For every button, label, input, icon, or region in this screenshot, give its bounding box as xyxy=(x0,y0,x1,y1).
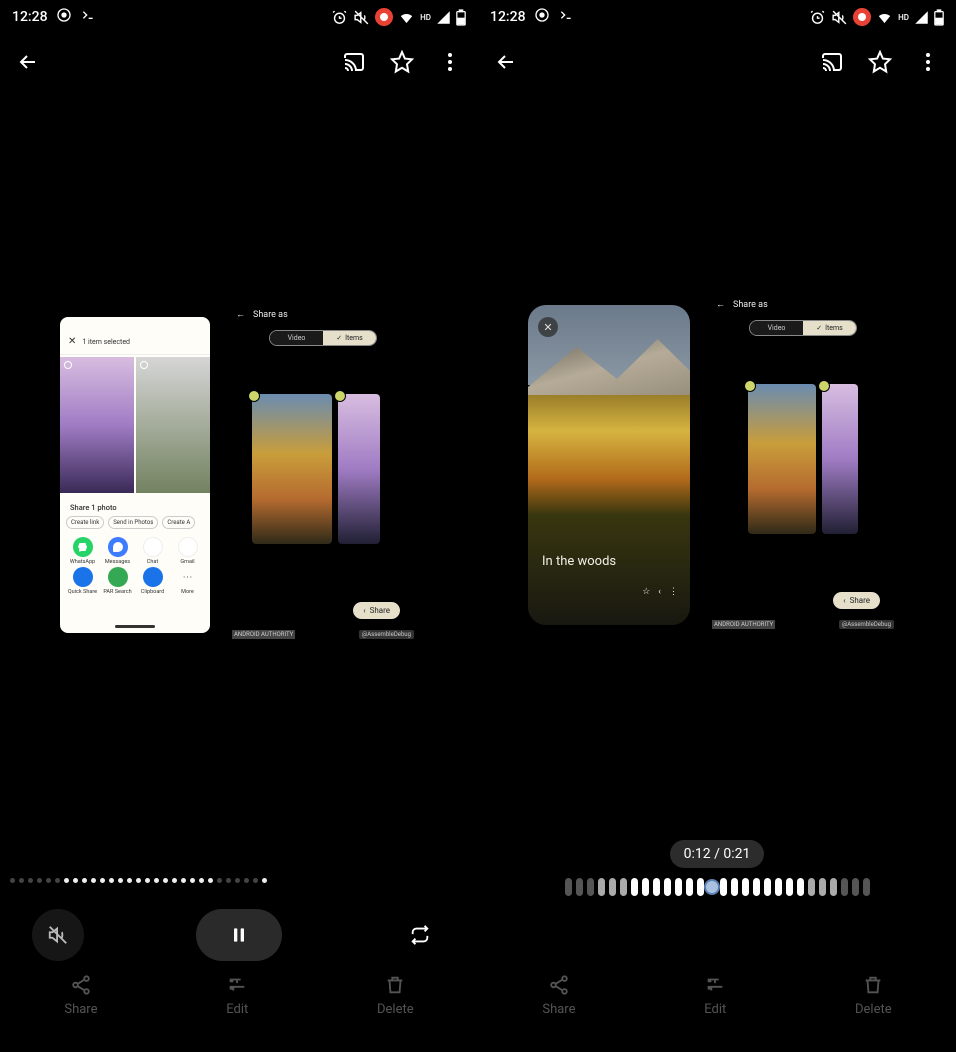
seg-items: ✓ Items xyxy=(323,331,376,345)
app-bar xyxy=(478,34,956,90)
alarm-icon xyxy=(331,9,348,26)
chip-create-a: Create A xyxy=(162,516,195,529)
battery-icon xyxy=(934,9,944,26)
status-bar: 12:28 HD xyxy=(478,0,956,34)
share-button[interactable]: Share xyxy=(542,974,575,1052)
more-icon[interactable] xyxy=(438,50,462,74)
hd-label: HD xyxy=(898,13,909,22)
video-frame-sharesheet: ✕ 1 item selected Share 1 photo Create l… xyxy=(60,317,210,633)
edit-button[interactable]: Edit xyxy=(704,974,726,1052)
mute-icon xyxy=(831,9,848,26)
shareas-title: Share as xyxy=(253,310,288,320)
more-icon[interactable] xyxy=(916,50,940,74)
app-bar xyxy=(0,34,478,90)
wifi-icon xyxy=(876,9,893,26)
preview-caption: In the woods xyxy=(542,554,616,569)
sharesheet-title: 1 item selected xyxy=(82,338,130,346)
bottom-actions: Share Edit Delete xyxy=(478,970,956,1052)
cast-icon[interactable] xyxy=(342,50,366,74)
favorite-icon[interactable] xyxy=(390,50,414,74)
rec-indicator-icon xyxy=(534,7,550,27)
wifi-icon xyxy=(398,9,415,26)
seg-items: ✓ Items xyxy=(803,321,856,335)
loop-button[interactable] xyxy=(394,909,446,961)
share-pill-button: ‹ Share xyxy=(833,592,880,609)
pause-button[interactable] xyxy=(196,909,282,961)
video-frame-shareas: ←Share as Video ✓ Items ‹ Share ANDROID … xyxy=(228,301,418,649)
clock-text: 12:28 xyxy=(490,9,526,25)
delete-button[interactable]: Delete xyxy=(377,974,414,1052)
share-button[interactable]: Share xyxy=(64,974,97,1052)
scrubber[interactable] xyxy=(0,860,478,900)
right-panel: 12:28 HD xyxy=(478,0,956,1052)
share-photo-label: Share 1 photo xyxy=(60,495,210,516)
cast-icon[interactable] xyxy=(820,50,844,74)
battery-icon xyxy=(456,9,466,26)
video-frame-shareas: ←Share as Video ✓ Items ‹ Share ANDROID … xyxy=(708,291,898,639)
terminal-icon xyxy=(558,7,574,27)
chip-send-photos: Send in Photos xyxy=(108,516,158,529)
left-panel: 12:28 HD xyxy=(0,0,478,1052)
mute-icon xyxy=(353,9,370,26)
seg-video: Video xyxy=(270,331,323,345)
video-frame-preview: ✕ In the woods ☆‹⋮ xyxy=(528,305,690,625)
seg-video: Video xyxy=(750,321,803,335)
back-button[interactable] xyxy=(494,50,518,74)
delete-button[interactable]: Delete xyxy=(855,974,892,1052)
signal-icon xyxy=(436,10,451,25)
signal-icon xyxy=(914,10,929,25)
record-dot-icon xyxy=(853,8,871,26)
back-button[interactable] xyxy=(16,50,40,74)
scrubber[interactable]: 0:12 / 0:21 xyxy=(478,840,956,918)
clock-text: 12:28 xyxy=(12,9,48,25)
playback-controls xyxy=(0,900,478,970)
time-badge: 0:12 / 0:21 xyxy=(670,840,765,868)
close-icon: ✕ xyxy=(538,317,558,337)
alarm-icon xyxy=(809,9,826,26)
chip-create-link: Create link xyxy=(66,516,104,529)
record-dot-icon xyxy=(375,8,393,26)
share-pill-button: ‹ Share xyxy=(353,602,400,619)
favorite-icon[interactable] xyxy=(868,50,892,74)
video-content[interactable]: ✕ In the woods ☆‹⋮ ←Share as Video ✓ Ite… xyxy=(478,90,956,840)
video-content[interactable]: ✕ 1 item selected Share 1 photo Create l… xyxy=(0,90,478,860)
hd-label: HD xyxy=(420,13,431,22)
rec-indicator-icon xyxy=(56,7,72,27)
scrubber-playhead[interactable] xyxy=(704,879,720,895)
shareas-title: Share as xyxy=(733,300,768,310)
bottom-actions: Share Edit Delete xyxy=(0,970,478,1052)
volume-mute-button[interactable] xyxy=(32,909,84,961)
status-bar: 12:28 HD xyxy=(0,0,478,34)
terminal-icon xyxy=(80,7,96,27)
edit-button[interactable]: Edit xyxy=(226,974,248,1052)
